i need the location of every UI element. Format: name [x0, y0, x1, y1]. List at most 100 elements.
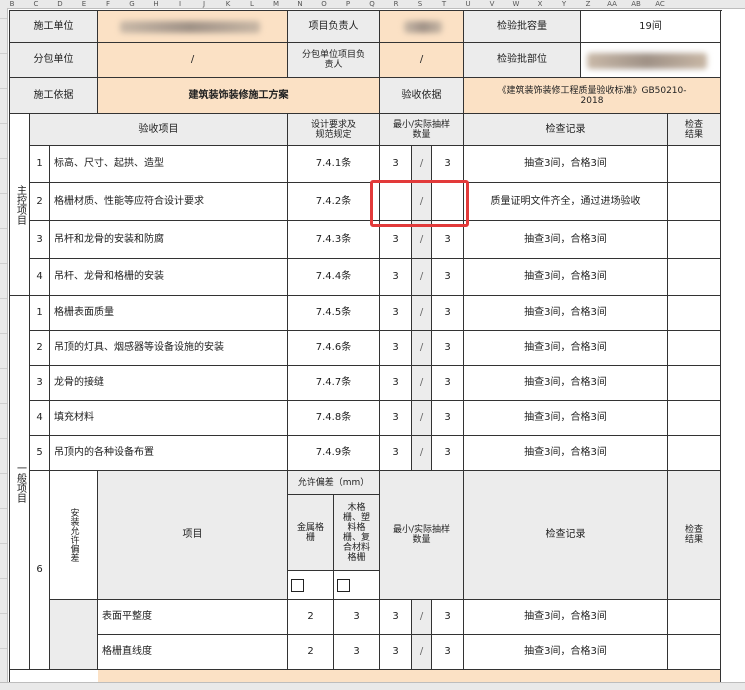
column-letter[interactable]: M: [264, 0, 288, 8]
col-spec-header[interactable]: 设计要求及规范规定: [288, 114, 380, 146]
tolerance-item-header[interactable]: 项目: [98, 471, 288, 600]
check-result[interactable]: [668, 221, 721, 259]
row-number[interactable]: 5: [30, 436, 50, 471]
check-record[interactable]: 抽查3间，合格3间: [464, 259, 668, 296]
tolerance-result-header[interactable]: 检查结果: [668, 471, 721, 600]
tolerance-allow-header[interactable]: 允许偏差（mm）: [288, 471, 380, 495]
column-letter[interactable]: T: [432, 0, 456, 8]
item-name[interactable]: 标高、尺寸、起拱、造型: [50, 146, 288, 183]
row-number[interactable]: 3: [30, 221, 50, 259]
check-result[interactable]: [668, 183, 721, 221]
unit-label[interactable]: 施工单位: [10, 11, 98, 43]
sub-owner-value[interactable]: /: [380, 43, 464, 78]
column-letter[interactable]: L: [240, 0, 264, 8]
item-spec[interactable]: 7.4.5条: [288, 296, 380, 331]
sample-min[interactable]: 3: [380, 436, 412, 471]
sample-actual[interactable]: 3: [432, 401, 464, 436]
metal-checkbox[interactable]: [291, 578, 304, 592]
tolerance-metal-header[interactable]: 金属格栅: [288, 495, 334, 571]
sample-actual[interactable]: 3: [432, 635, 464, 670]
sample-min[interactable]: 3: [380, 635, 412, 670]
capacity-label[interactable]: 检验批容量: [464, 11, 581, 43]
column-letter[interactable]: C: [24, 0, 48, 8]
column-letter[interactable]: G: [120, 0, 144, 8]
column-letter[interactable]: AA: [600, 0, 624, 8]
column-letter[interactable]: R: [384, 0, 408, 8]
col-result-header[interactable]: 检查结果: [668, 114, 721, 146]
column-letter[interactable]: P: [336, 0, 360, 8]
column-letter[interactable]: K: [216, 0, 240, 8]
column-letter[interactable]: E: [72, 0, 96, 8]
sample-actual[interactable]: 3: [432, 259, 464, 296]
column-letter[interactable]: W: [504, 0, 528, 8]
row-number[interactable]: 2: [30, 331, 50, 366]
part-value-cell[interactable]: [581, 43, 721, 78]
item-spec[interactable]: 7.4.7条: [288, 366, 380, 401]
column-letter[interactable]: J: [192, 0, 216, 8]
tolerance-item-name[interactable]: 格栅直线度: [98, 635, 288, 670]
check-result[interactable]: [668, 401, 721, 436]
item-spec[interactable]: 7.4.6条: [288, 331, 380, 366]
column-letter[interactable]: N: [288, 0, 312, 8]
row-number[interactable]: 3: [30, 366, 50, 401]
check-result[interactable]: [668, 146, 721, 183]
row-header-bar[interactable]: [0, 8, 8, 689]
item-spec[interactable]: 7.4.2条: [288, 183, 380, 221]
check-result[interactable]: [668, 331, 721, 366]
check-result[interactable]: [668, 436, 721, 471]
column-letter[interactable]: F: [96, 0, 120, 8]
check-result[interactable]: [668, 366, 721, 401]
sample-actual[interactable]: 3: [432, 331, 464, 366]
column-letter[interactable]: H: [144, 0, 168, 8]
check-result[interactable]: [668, 259, 721, 296]
tolerance-item-name[interactable]: 表面平整度: [98, 600, 288, 635]
sub-unit-value[interactable]: /: [98, 43, 288, 78]
column-header-bar[interactable]: B C D E F G H I J K L M N O P Q R S T U V W X Y Z AA AB AC: [0, 0, 745, 9]
sub-unit-label[interactable]: 分包单位: [10, 43, 98, 78]
check-record[interactable]: 质量证明文件齐全，通过进场验收: [464, 183, 668, 221]
tolerance-wood-header[interactable]: 木格栅、塑料格栅、复合材料格栅: [334, 495, 380, 571]
check-record[interactable]: 抽查3间，合格3间: [464, 296, 668, 331]
check-record[interactable]: 抽查3间，合格3间: [464, 331, 668, 366]
tolerance-group-cell[interactable]: 安装允许偏差: [50, 471, 98, 600]
column-letter[interactable]: U: [456, 0, 480, 8]
check-record[interactable]: 抽查3间，合格3间: [464, 366, 668, 401]
sample-min[interactable]: 3: [380, 600, 412, 635]
row-number[interactable]: 4: [30, 259, 50, 296]
sample-actual[interactable]: 3: [432, 436, 464, 471]
owner-value-cell[interactable]: [380, 11, 464, 43]
row-number[interactable]: 4: [30, 401, 50, 436]
sample-actual[interactable]: 3: [432, 296, 464, 331]
sample-min[interactable]: 3: [380, 366, 412, 401]
column-letter[interactable]: I: [168, 0, 192, 8]
capacity-value[interactable]: 19间: [581, 11, 721, 43]
column-letter[interactable]: X: [528, 0, 552, 8]
item-spec[interactable]: 7.4.9条: [288, 436, 380, 471]
column-letter[interactable]: O: [312, 0, 336, 8]
row-number[interactable]: 1: [30, 296, 50, 331]
column-letter[interactable]: V: [480, 0, 504, 8]
basis-value[interactable]: 建筑装饰装修施工方案: [98, 78, 380, 114]
sample-actual[interactable]: 3: [432, 600, 464, 635]
general-items-group[interactable]: 一般项目: [10, 296, 30, 670]
check-record[interactable]: 抽查3间，合格3间: [464, 146, 668, 183]
item-name[interactable]: 填充材料: [50, 401, 288, 436]
column-letter[interactable]: Q: [360, 0, 384, 8]
sample-min[interactable]: 3: [380, 401, 412, 436]
check-record[interactable]: 抽查3间，合格3间: [464, 600, 668, 635]
tolerance-metal-value[interactable]: 2: [288, 635, 334, 670]
column-letter[interactable]: D: [48, 0, 72, 8]
item-name[interactable]: 吊杆和龙骨的安装和防腐: [50, 221, 288, 259]
column-letter[interactable]: AB: [624, 0, 648, 8]
tolerance-wood-value[interactable]: 3: [334, 635, 380, 670]
tolerance-no[interactable]: 6: [30, 471, 50, 670]
tolerance-record-header[interactable]: 检查记录: [464, 471, 668, 600]
row-number[interactable]: 2: [30, 183, 50, 221]
accept-label[interactable]: 验收依据: [380, 78, 464, 114]
check-record[interactable]: 抽查3间，合格3间: [464, 221, 668, 259]
item-name[interactable]: 吊杆、龙骨和格栅的安装: [50, 259, 288, 296]
item-spec[interactable]: 7.4.4条: [288, 259, 380, 296]
sub-owner-label[interactable]: 分包单位项目负责人: [288, 43, 380, 78]
row-number[interactable]: 1: [30, 146, 50, 183]
wood-checkbox[interactable]: [337, 578, 350, 592]
